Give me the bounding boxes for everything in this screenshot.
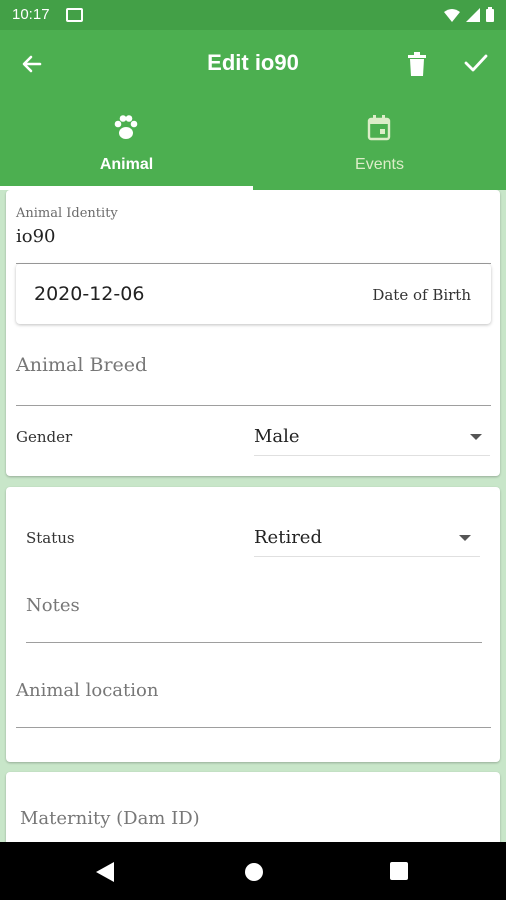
notes-input[interactable]: Notes [26,595,80,616]
check-icon [464,54,488,72]
wifi-icon [444,8,460,22]
gmail-notification-icon [66,8,83,22]
chevron-down-icon[interactable] [470,434,482,440]
date-of-birth-field[interactable]: 2020-12-06 Date of Birth [16,264,491,324]
chevron-down-icon[interactable] [459,535,471,541]
status-label: Status [26,529,75,547]
tab-events[interactable]: Events [253,110,506,190]
status-dropdown[interactable]: Retired [254,527,322,548]
animal-info-card: Animal Identity io90 2020-12-06 Date of … [6,190,500,476]
maternity-input[interactable]: Maternity (Dam ID) [20,808,200,829]
trash-icon [408,52,426,76]
battery-icon [486,7,494,22]
status-card: Status Retired Notes Animal location [6,487,500,762]
app-bar: Edit io90 Animal Events [0,30,506,190]
status-underline [254,556,480,557]
square-recents-icon [390,862,408,880]
triangle-back-icon [96,862,114,882]
gender-label: Gender [16,428,73,446]
status-bar: 10:17 [0,0,506,30]
animal-identity-input[interactable]: io90 [16,226,56,247]
date-of-birth-value: 2020-12-06 [34,283,145,305]
nav-home-button[interactable] [244,862,264,887]
animal-identity-label: Animal Identity [16,206,118,221]
gender-dropdown[interactable]: Male [254,426,300,447]
status-time: 10:17 [12,6,50,23]
parentage-card: Maternity (Dam ID) [6,772,500,842]
date-of-birth-label: Date of Birth [372,286,471,304]
save-button[interactable] [464,53,488,78]
tab-animal-label: Animal [99,156,154,173]
system-navigation-bar [0,842,506,900]
notes-underline [26,642,482,643]
paw-icon [112,114,140,147]
nav-back-button[interactable] [96,862,114,887]
circle-home-icon [245,863,263,881]
delete-button[interactable] [406,51,428,82]
location-underline [16,727,491,728]
page-title: Edit io90 [207,50,299,75]
tab-animal[interactable]: Animal [0,110,253,190]
animal-breed-input[interactable]: Animal Breed [16,354,147,376]
tab-events-label: Events [355,156,404,173]
signal-icon [466,7,480,22]
gender-underline [254,455,490,456]
nav-recents-button[interactable] [390,862,408,885]
form-content[interactable]: Animal Identity io90 2020-12-06 Date of … [0,190,506,842]
breed-underline [16,405,491,406]
animal-location-input[interactable]: Animal location [16,680,158,701]
calendar-icon [365,114,393,147]
status-icons [444,7,494,22]
